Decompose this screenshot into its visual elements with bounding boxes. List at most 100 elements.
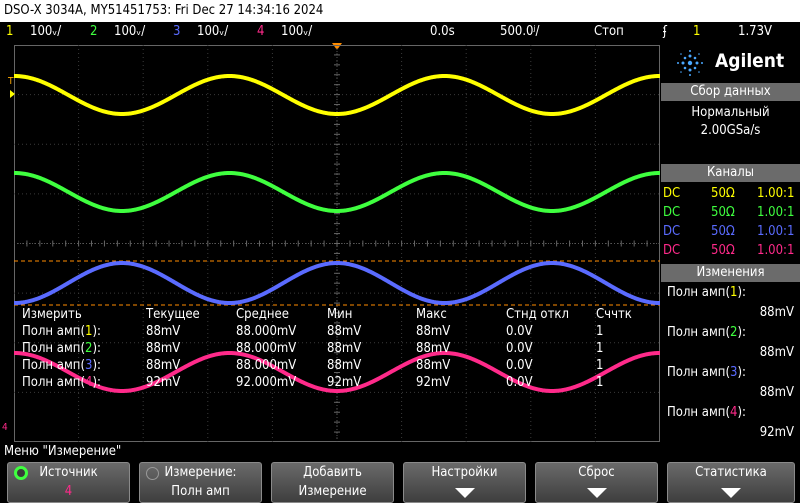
softkey-settings[interactable]: Настройки [403,462,526,503]
measurement-label: Полн амп(4): [667,405,746,420]
channel-imp: 50Ω [711,186,735,201]
agilent-logo: Agilent [715,50,785,72]
trigger-source[interactable]: 1 [693,22,700,42]
cell-std: 0.0V [506,324,533,339]
softkey-source[interactable]: Источник 4 [7,462,130,503]
channel-probe: 1.00:1 [757,243,795,258]
measurement-item-3: Полн амп(3): 88mV [661,365,800,405]
col-header-min: Мин [327,307,353,322]
channel-row-1[interactable]: DC 50Ω 1.00:1 [663,184,798,203]
softkey-statistics[interactable]: Статистика [667,462,795,503]
channel-coupling: DC [663,243,681,258]
measurement-item-2: Полн амп(2): 88mV [661,325,800,365]
softkey-add-label2: Измерение [298,484,367,499]
cell-min: 88mV [327,358,362,373]
softkey-add-label: Добавить [303,465,362,480]
logo-box: Agilent [661,44,800,82]
ch3-number[interactable]: 3 [173,22,180,42]
channel-imp: 50Ω [711,224,735,239]
cell-std: 0.0V [506,341,533,356]
cell-avg: 92.000mV [236,375,297,390]
trigger-level-marker[interactable]: T [8,76,14,87]
softkey-statistics-label: Статистика [695,465,767,480]
channel-row-2[interactable]: DC 50Ω 1.00:1 [663,203,798,222]
cell-cnt: 1 [596,341,604,356]
cell-max: 88mV [416,341,451,356]
ch4-scale[interactable]: 100ᵥ/ [281,22,312,42]
time-scale[interactable]: 500.0ʲ/ [500,22,539,42]
softkey-measurement[interactable]: Измерение: Полн амп [139,462,262,503]
measurement-label: Полн амп(3): [667,365,746,380]
channels-header: Каналы [661,164,800,182]
softkey-add-measurement[interactable]: Добавить Измерение [271,462,394,503]
channel-row-4[interactable]: DC 50Ω 1.00:1 [663,241,798,260]
channel-coupling: DC [663,186,681,201]
cell-cur: 88mV [146,341,181,356]
channel-coupling: DC [663,205,681,220]
cell-avg: 88.000mV [236,341,297,356]
row-label: Полн амп(3): [22,358,101,373]
cell-cur: 88mV [146,324,181,339]
cell-cnt: 1 [596,358,604,373]
col-header-mean: Среднее [236,307,289,322]
measurements-header: Изменения [661,264,800,282]
measurement-name: Полн амп [667,325,726,340]
ch4-ground-marker[interactable]: 4 [2,422,8,433]
row-label: Полн амп(4): [22,375,101,390]
col-header-count: Сччтк [596,307,632,322]
channel-imp: 50Ω [711,205,735,220]
measurement-label: Полн амп(1): [667,285,746,300]
run-state[interactable]: Стоп [594,22,624,42]
softkey-reset[interactable]: Сброс [535,462,658,503]
channel-imp: 50Ω [711,243,735,258]
acquisition-mode: Нормальный [691,105,770,120]
ch4-number[interactable]: 4 [257,22,264,42]
col-header-stddev: Стнд откл [506,307,569,322]
cell-avg: 88.000mV [236,324,297,339]
measurement-value: 88mV [759,345,794,360]
trigger-icon: ʄ [663,24,667,39]
cell-std: 0.0V [506,375,533,390]
cell-cnt: 1 [596,375,604,390]
time-position[interactable]: 0.0s [430,22,455,42]
channel-probe: 1.00:1 [757,186,795,201]
measurement-value: 92mV [759,425,794,440]
channel-probe: 1.00:1 [757,224,795,239]
cell-min: 88mV [327,341,362,356]
acquisition-header: Сбор данных [661,83,800,101]
channel-row-3[interactable]: DC 50Ω 1.00:1 [663,222,798,241]
row-label: Полн амп(1): [22,324,101,339]
softkey-source-value: 4 [64,484,73,499]
row-label: Полн амп(2): [22,341,101,356]
menu-title: Меню "Измерение" [4,444,122,459]
status-bar: 1 100ᵥ/ 2 100ᵥ/ 3 100ᵥ/ 4 100ᵥ/ 0.0s 500… [0,22,800,42]
measurement-item-1: Полн амп(1): 88mV [661,285,800,325]
col-header-current: Текущее [146,307,200,322]
ch2-scale[interactable]: 100ᵥ/ [114,22,145,42]
ch1-scale[interactable]: 100ᵥ/ [30,22,61,42]
measurement-name: Полн амп [667,405,726,420]
cell-max: 92mV [416,375,451,390]
side-panel: Agilent Сбор данных Нормальный 2.00GSa/s… [661,44,800,442]
ch3-scale[interactable]: 100ᵥ/ [197,22,228,42]
ch1-number[interactable]: 1 [6,22,13,42]
measurement-name: Полн амп [667,365,726,380]
cell-min: 92mV [327,375,362,390]
softkey-settings-label: Настройки [431,465,498,480]
chevron-down-icon [721,488,741,498]
cell-avg: 88.000mV [236,358,297,373]
measurement-value: 88mV [759,305,794,320]
col-header-max: Макс [416,307,447,322]
cell-std: 0.0V [506,358,533,373]
softkey-measurement-label: Измерение: [164,465,237,480]
softkey-measurement-value: Полн амп [171,484,230,499]
trigger-level[interactable]: 1.73V [738,22,772,42]
measurement-item-4: Полн амп(4): 92mV [661,405,800,445]
measurement-value: 88mV [759,385,794,400]
softkey-reset-label: Сброс [578,465,615,480]
cell-max: 88mV [416,324,451,339]
ch2-number[interactable]: 2 [90,22,97,42]
measurement-label: Полн амп(2): [667,325,746,340]
cell-min: 88mV [327,324,362,339]
ch1-ground-marker[interactable] [10,90,15,98]
